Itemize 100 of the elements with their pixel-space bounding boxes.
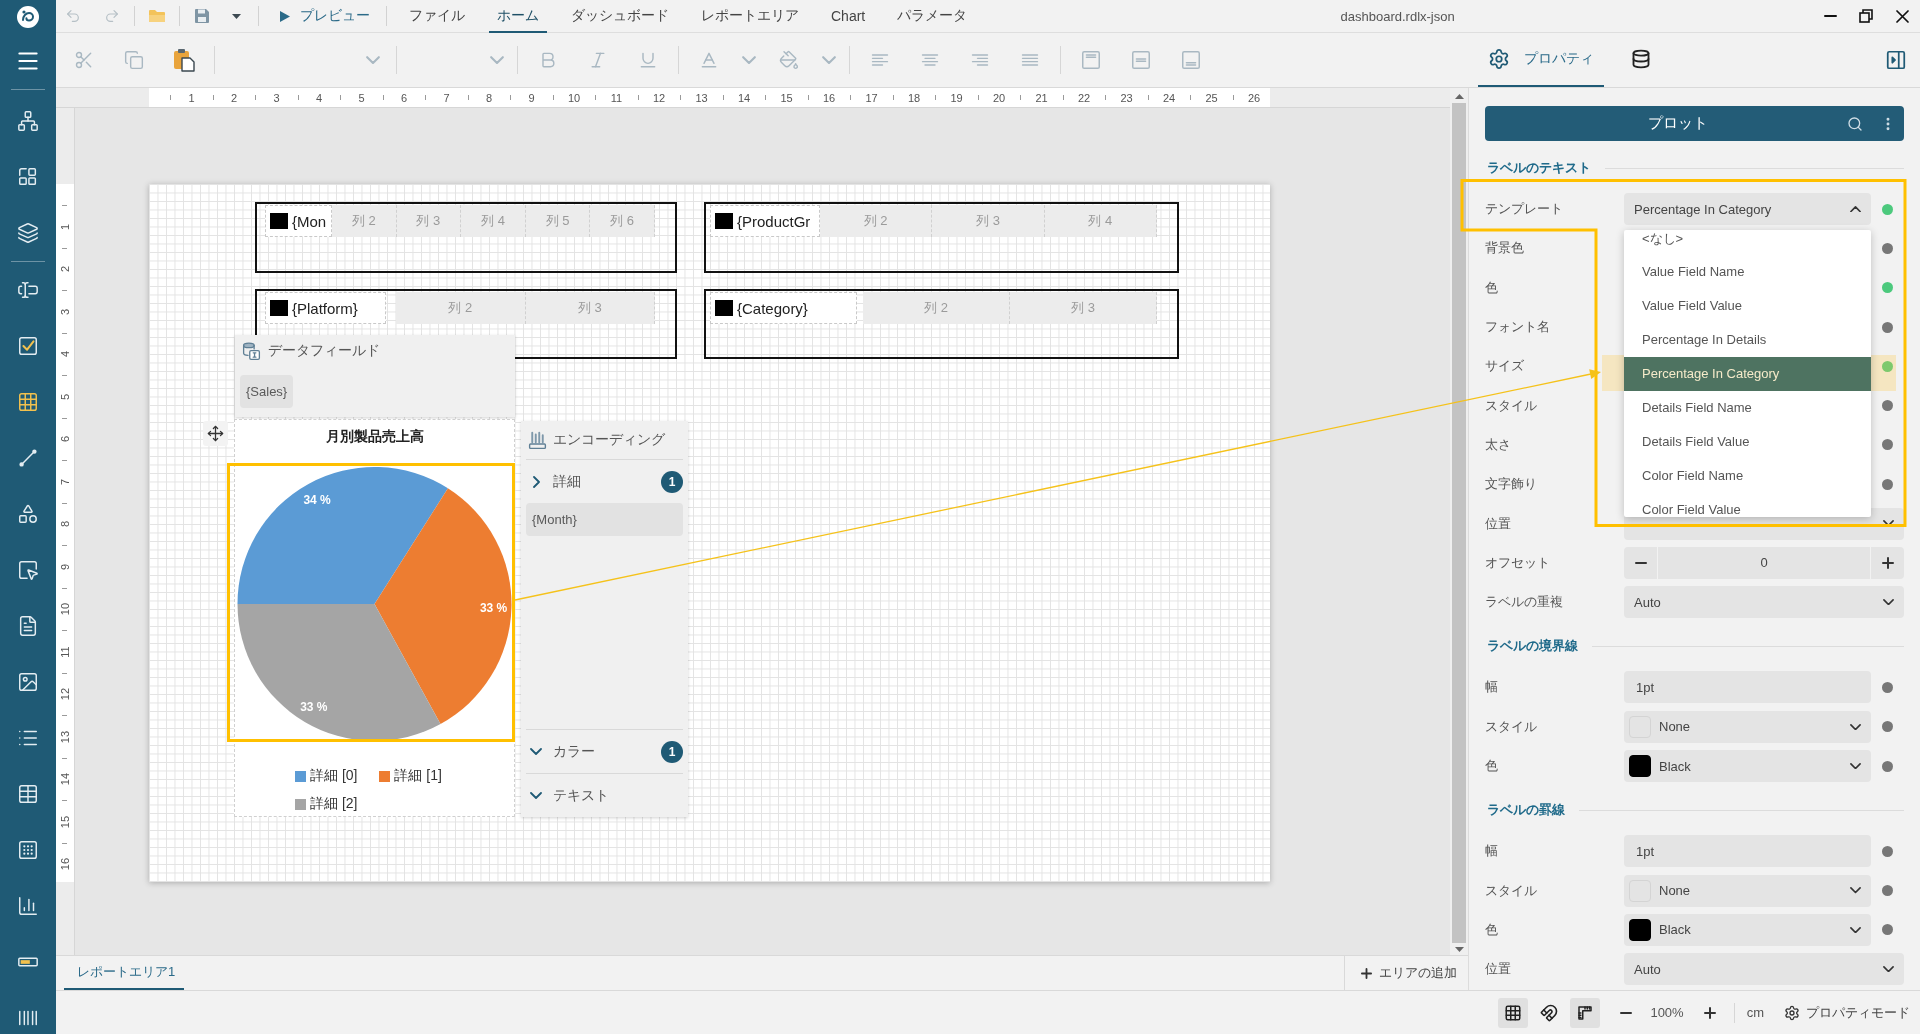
section-title: ラベルのテキスト <box>1487 159 1591 177</box>
select-field[interactable]: None <box>1624 874 1871 907</box>
ruler-number: 5 <box>59 393 71 400</box>
move-handle[interactable] <box>203 421 228 446</box>
field-chip[interactable]: {Sales} <box>240 375 294 408</box>
checkbox-icon[interactable] <box>17 335 39 357</box>
restore-icon[interactable] <box>1859 9 1873 23</box>
ruler-number: 8 <box>59 520 71 528</box>
database-icon <box>1631 49 1651 69</box>
grid-toggle[interactable] <box>1498 997 1529 1028</box>
dropdown-option[interactable]: Color Field Name <box>1624 458 1871 493</box>
dropdown-option[interactable]: Details Field Name <box>1624 390 1871 425</box>
plus-icon[interactable] <box>1703 1006 1716 1019</box>
dropdown-option[interactable]: <なし> <box>1624 229 1871 255</box>
property-label: 幅 <box>1485 678 1499 697</box>
property-mode-button[interactable]: プロパティモード <box>1784 1003 1910 1022</box>
text-field[interactable]: 1pt <box>1624 671 1871 704</box>
select-field[interactable]: Auto <box>1624 586 1904 619</box>
select-field[interactable]: Black <box>1624 750 1871 782</box>
layers-icon[interactable] <box>17 222 39 244</box>
decrement-button[interactable] <box>1624 546 1657 579</box>
text-color-icon[interactable] <box>699 50 719 70</box>
text-field[interactable]: 1pt <box>1624 835 1871 868</box>
image-icon[interactable] <box>17 671 39 693</box>
legend-label: 詳細 [2] <box>310 795 358 813</box>
menu-tab[interactable]: Chart <box>815 0 882 33</box>
table-header-cell: 列 3 <box>396 205 462 237</box>
panel-toggle-icon[interactable] <box>1885 49 1907 71</box>
menu-tab[interactable]: ファイル <box>393 0 481 33</box>
field-chip[interactable]: {Month} <box>526 503 683 536</box>
ruler-number: 16 <box>59 857 71 871</box>
dropdown-option[interactable]: Color Field Value <box>1624 492 1871 517</box>
text-box-icon[interactable] <box>17 279 39 301</box>
select-field[interactable]: Percentage In Category <box>1624 193 1871 226</box>
select-field[interactable]: Auto <box>1624 953 1904 986</box>
ruler-number: 12 <box>59 687 71 701</box>
caret-down-icon[interactable] <box>231 13 241 19</box>
bar-chart-icon[interactable] <box>17 895 39 917</box>
property-label: スタイル <box>1485 396 1538 415</box>
scroll-up-icon[interactable] <box>1454 94 1464 99</box>
line-icon[interactable] <box>17 447 39 469</box>
blocks-icon[interactable] <box>17 166 39 188</box>
ruler-number: 11 <box>59 645 71 658</box>
ruler-number: 14 <box>737 91 751 104</box>
save-icon[interactable] <box>194 8 210 24</box>
dropdown-option[interactable]: Details Field Value <box>1624 424 1871 459</box>
ruler-number: 8 <box>485 91 493 104</box>
legend-swatch-icon <box>379 770 391 782</box>
ruler-icon <box>1576 1003 1595 1022</box>
hierarchy-icon[interactable] <box>17 110 39 132</box>
menu-tab[interactable]: パラメータ <box>881 0 984 33</box>
select-field[interactable]: Black <box>1624 913 1871 946</box>
clipboard-icon[interactable] <box>173 48 195 72</box>
ruler-number: 9 <box>528 91 535 104</box>
minimize-icon[interactable] <box>1823 15 1837 17</box>
property-label: フォント名 <box>1485 318 1551 337</box>
section-label[interactable]: テキスト <box>553 786 609 805</box>
pointer-box-icon[interactable] <box>17 559 39 581</box>
dropdown-option[interactable]: Percentage In Category <box>1624 356 1871 391</box>
preview-button[interactable]: プレビュー <box>264 2 380 30</box>
property-label: 文字飾り <box>1485 475 1538 494</box>
section-label[interactable]: カラー <box>553 742 595 761</box>
number-field[interactable]: 0 <box>1658 546 1870 579</box>
legend-swatch-icon <box>295 770 306 782</box>
ruler-number: 12 <box>652 91 666 104</box>
dropdown-option[interactable]: Value Field Value <box>1624 288 1871 323</box>
ruler-number: 7 <box>443 91 450 104</box>
close-icon[interactable] <box>1895 9 1909 23</box>
ruler-number: 11 <box>610 91 623 104</box>
search-icon[interactable] <box>1847 115 1863 132</box>
increment-button[interactable] <box>1871 546 1904 579</box>
menu-tab[interactable]: ホーム <box>481 0 555 33</box>
cell-text: {Category} <box>737 299 808 317</box>
minus-icon[interactable] <box>1620 1011 1633 1014</box>
table-header-cell: 列 4 <box>461 205 526 237</box>
table-icon[interactable] <box>17 783 39 805</box>
chevron-down-icon <box>1883 966 1894 973</box>
section-label[interactable]: 詳細 <box>553 472 581 491</box>
ruler-number: 13 <box>59 730 71 743</box>
app-logo-icon <box>16 4 40 29</box>
menu-tab[interactable]: レポートエリア <box>685 0 815 33</box>
ruler-toggle[interactable] <box>1570 997 1601 1028</box>
table-header-cell: 列 2 <box>332 205 397 237</box>
grid-table-icon[interactable] <box>17 391 39 413</box>
ruler-number: 13 <box>695 91 708 104</box>
cell-text: {Platform} <box>292 299 358 317</box>
unit-label[interactable]: cm <box>1746 1005 1764 1020</box>
grid-icon <box>1504 1003 1523 1022</box>
shapes-icon[interactable] <box>17 503 39 525</box>
dropdown-option[interactable]: Percentage In Details <box>1624 322 1871 357</box>
select-field[interactable]: None <box>1624 710 1871 743</box>
chevron-right-icon[interactable] <box>532 475 540 488</box>
scroll-down-icon[interactable] <box>1454 947 1464 952</box>
chevron-down-icon[interactable] <box>530 792 542 799</box>
chevron-down-icon[interactable] <box>530 748 542 755</box>
menu-tab[interactable]: ダッシュボード <box>555 0 685 33</box>
scrollbar-thumb[interactable] <box>1452 103 1466 943</box>
document-icon[interactable] <box>17 615 39 637</box>
dropdown-option[interactable]: Value Field Name <box>1624 254 1871 289</box>
dot-grid-icon[interactable] <box>17 839 39 861</box>
